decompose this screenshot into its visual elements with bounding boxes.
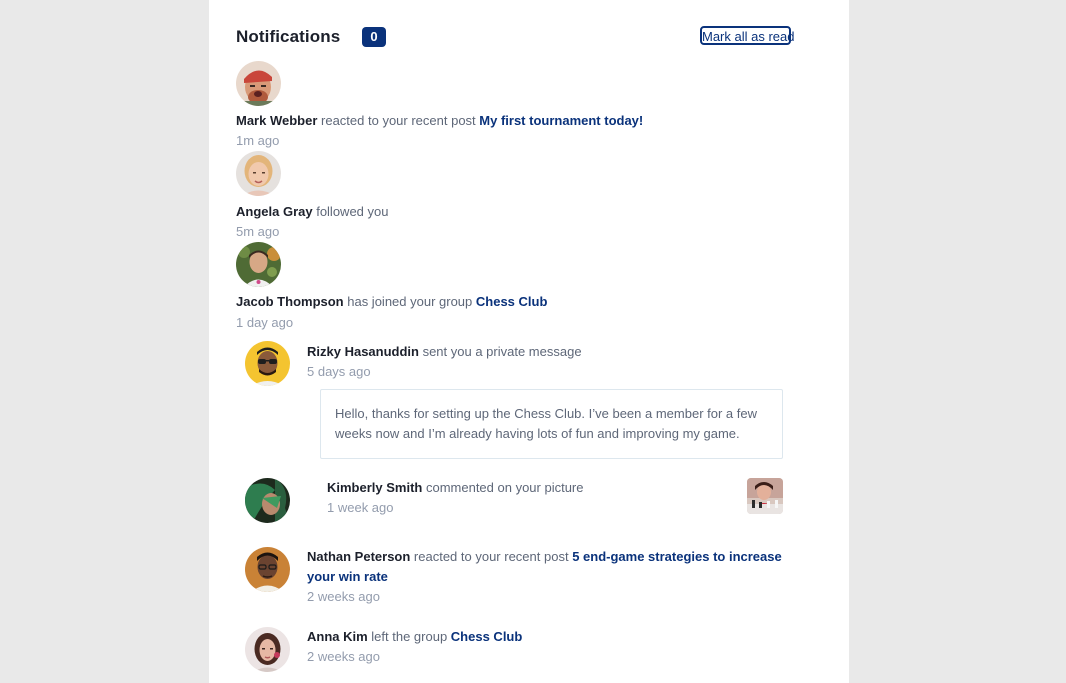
notification-text: Angela Gray followed you [236,202,388,222]
avatar[interactable] [236,151,281,196]
notifications-header: Notifications 0 Mark all as read [236,26,794,48]
notification-action: reacted to your recent post [317,113,480,128]
notification-time: 1 week ago [327,500,394,515]
user-name[interactable]: Jacob Thompson [236,294,344,309]
user-name[interactable]: Rizky Hasanuddin [307,344,419,359]
user-name[interactable]: Kimberly Smith [327,480,422,495]
user-name[interactable]: Anna Kim [307,629,368,644]
avatar[interactable] [236,242,281,287]
notification-time: 5m ago [236,224,280,239]
group-link[interactable]: Chess Club [451,629,523,644]
mark-all-as-read-button[interactable]: Mark all as read [700,26,794,45]
notification-text: Nathan Peterson reacted to your recent p… [307,547,787,587]
avatar[interactable] [245,478,290,523]
group-link[interactable]: Chess Club [476,294,548,309]
notifications-card: Notifications 0 Mark all as read Mark We… [209,0,849,683]
avatar-kimberly-smith-icon [245,478,290,523]
avatar[interactable] [245,627,290,672]
avatar-jacob-thompson-icon [236,242,281,287]
avatar-nathan-peterson-icon [245,547,290,592]
notification-text: Mark Webber reacted to your recent post … [236,111,643,131]
avatar[interactable] [245,341,290,386]
notification-action: sent you a private message [418,344,582,359]
avatar[interactable] [236,61,281,106]
unread-count-badge: 0 [362,27,386,47]
page-title: Notifications [236,27,341,46]
commented-picture-thumbnail[interactable] [747,478,783,514]
notification-text: Jacob Thompson has joined your group Che… [236,292,547,312]
avatar[interactable] [245,547,290,592]
notification-action: reacted to your recent post [410,549,573,564]
user-name[interactable]: Angela Gray [236,204,313,219]
notification-action: followed you [312,204,389,219]
notification-time: 1m ago [236,133,280,148]
avatar-mark-webber-icon [236,61,281,106]
notification-time: 2 weeks ago [307,649,380,664]
notification-text: Rizky Hasanuddin sent you a private mess… [307,342,582,362]
private-message-preview[interactable]: Hello, thanks for setting up the Chess C… [320,389,783,459]
notification-text: Kimberly Smith commented on your picture [327,478,584,498]
user-name[interactable]: Mark Webber [236,113,317,128]
notification-action: has joined your group [343,294,476,309]
post-link[interactable]: My first tournament today! [479,113,643,128]
notification-time: 1 day ago [236,315,294,330]
avatar-rizky-hasanuddin-icon [245,341,290,386]
notification-time: 2 weeks ago [307,589,380,604]
avatar-angela-gray-icon [236,151,281,196]
user-name[interactable]: Nathan Peterson [307,549,410,564]
notification-action: commented on your picture [422,480,584,495]
notification-text: Anna Kim left the group Chess Club [307,627,522,647]
chess-picture-icon [747,478,783,514]
avatar-anna-kim-icon [245,627,290,672]
notification-time: 5 days ago [307,364,371,379]
notification-action: left the group [367,629,451,644]
